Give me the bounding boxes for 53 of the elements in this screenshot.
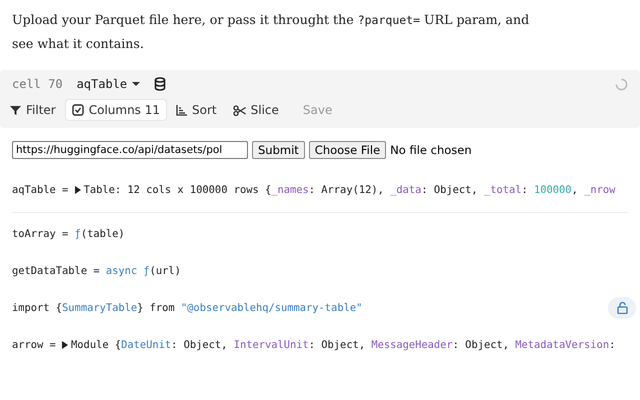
- sort-icon: [176, 104, 188, 116]
- code-token: arrow =: [12, 338, 57, 350]
- code-token: MetadataVersion: [515, 338, 610, 350]
- expand-triangle-icon[interactable]: [62, 340, 68, 348]
- cell-name-dropdown[interactable]: aqTable: [76, 77, 140, 91]
- submit-button[interactable]: Submit: [252, 141, 305, 159]
- caret-icon: [132, 81, 140, 87]
- code-token: : Object,: [308, 338, 366, 350]
- code-token: toArray =: [12, 228, 70, 240]
- code-token: } from: [137, 302, 176, 314]
- code-token: : Array(12),: [308, 184, 385, 196]
- cell-label: cell 70: [12, 77, 63, 91]
- code-token: _data: [390, 184, 422, 196]
- code-token: "@observablehq/summary-table": [180, 302, 362, 314]
- code-token: IntervalUnit: [234, 338, 309, 350]
- checkbox-icon: [72, 104, 84, 116]
- expand-triangle-icon[interactable]: [74, 186, 81, 194]
- database-icon[interactable]: [154, 77, 166, 91]
- code-token: ,: [572, 184, 579, 196]
- code-token: : Object,: [421, 184, 479, 196]
- code-token: : Object,: [452, 338, 510, 350]
- code-token: (url): [150, 264, 181, 276]
- code-token: ƒ: [74, 228, 81, 240]
- choose-file-button[interactable]: Choose File: [308, 141, 386, 159]
- url-input[interactable]: https://huggingface.co/api/datasets/pol: [12, 141, 248, 159]
- code-token: _nrow: [584, 184, 616, 196]
- code-token: import {: [12, 302, 62, 314]
- sort-button[interactable]: Sort: [170, 100, 223, 120]
- code-token: Table: 12 cols x 100000 rows {: [84, 184, 272, 196]
- code-token: MessageHeader: [371, 338, 453, 350]
- intro-paragraph: Upload your Parquet file here, or pass it throught the ?parquet= URL param, and see what it contains.: [12, 11, 530, 53]
- code-token: _total: [484, 184, 522, 196]
- code-token: DateUnit: [121, 338, 172, 350]
- code-token: Module {: [71, 338, 122, 350]
- code-token: :: [609, 338, 616, 350]
- file-status: No file chosen: [390, 143, 472, 157]
- code-token: aqTable =: [12, 184, 70, 196]
- padlock-icon: [616, 302, 628, 314]
- filter-icon: [10, 104, 21, 116]
- code-token: : Object,: [171, 338, 228, 350]
- unlock-button[interactable]: [608, 296, 636, 318]
- spinner-icon: [615, 78, 628, 90]
- filter-button[interactable]: Filter: [4, 100, 62, 120]
- code-token: (table): [80, 228, 125, 240]
- columns-button[interactable]: Columns 11: [66, 100, 166, 120]
- scissors-icon: [232, 104, 246, 116]
- code-token: _names: [271, 184, 309, 196]
- code-token: :: [522, 184, 529, 196]
- slice-button[interactable]: Slice: [226, 100, 285, 120]
- code-token: async ƒ: [106, 264, 150, 276]
- code-token: 100000: [534, 184, 572, 196]
- code-token: SummaryTable: [62, 302, 138, 314]
- code-token: getDataTable =: [12, 264, 101, 276]
